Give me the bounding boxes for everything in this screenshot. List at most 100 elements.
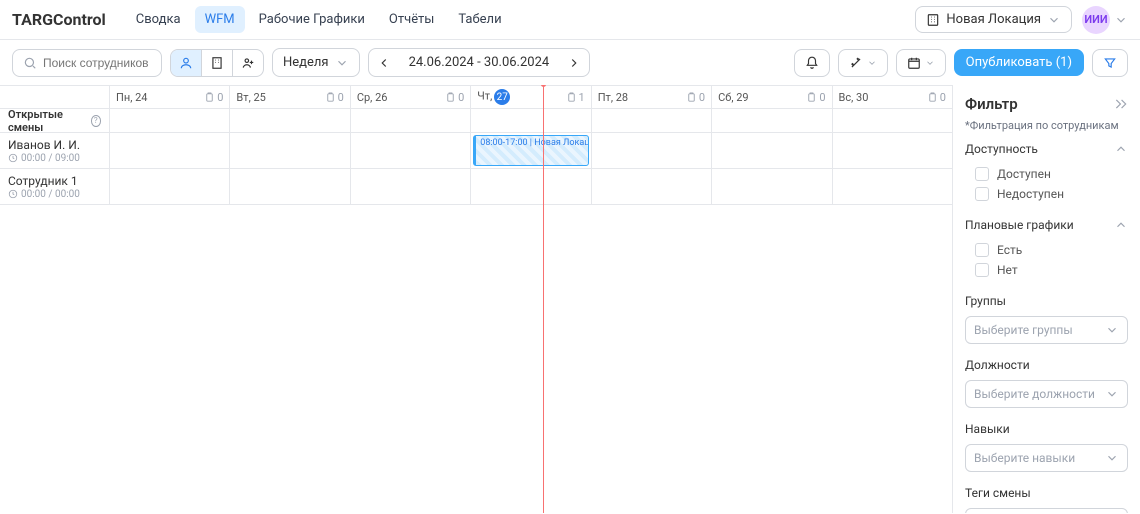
logo: TARGControl [12,10,106,29]
next-period-button[interactable] [559,50,589,76]
grid-header: Пн, 240Вт, 250Ср, 260Чт,271Пт, 280Сб, 29… [0,85,952,109]
schedule-cell[interactable] [833,133,952,168]
skills-select[interactable]: Выберите навыки [965,444,1128,472]
schedule-cell[interactable]: 08:00-17:00 | Новая Локация [471,133,591,168]
day-header[interactable]: Вс, 300 [833,86,952,108]
schedule-cell[interactable] [712,109,832,132]
schedule-cell[interactable] [592,133,712,168]
period-dropdown[interactable]: Неделя [272,48,360,77]
user-menu[interactable]: ИИИ [1082,6,1128,34]
filter-toggle-button[interactable] [1092,49,1128,77]
notifications-button[interactable] [794,49,830,77]
user-icon [179,56,193,70]
day-header[interactable]: Чт,271 [471,86,591,108]
magic-wand-button[interactable] [838,49,888,77]
day-header[interactable]: Вт, 250 [230,86,350,108]
chevron-down-icon [1105,323,1119,337]
schedule-cell[interactable] [230,133,350,168]
employee-label[interactable]: Сотрудник 100:00 / 00:00 [0,169,110,204]
nav-schedules[interactable]: Рабочие Графики [249,6,375,33]
main-nav: Сводка WFM Рабочие Графики Отчёты Табели [126,6,512,33]
chevron-up-icon [1114,218,1128,232]
calendar-icon [907,56,921,70]
nav-timesheets[interactable]: Табели [448,6,511,33]
date-range-picker: 24.06.2024 - 30.06.2024 [368,48,591,77]
schedule-cell[interactable] [230,169,350,204]
schedule-cell[interactable] [110,133,230,168]
nav-wfm[interactable]: WFM [195,6,245,33]
view-mode-group [170,49,264,77]
check-unavailable[interactable]: Недоступен [965,184,1128,204]
avatar: ИИИ [1082,6,1110,34]
view-building-button[interactable] [202,50,233,76]
collapse-icon[interactable] [1114,97,1128,111]
section-plan-schedules[interactable]: Плановые графики [965,218,1128,232]
bell-icon [805,56,819,70]
checkbox[interactable] [975,263,989,277]
location-selector[interactable]: Новая Локация [915,6,1072,33]
schedule-cell[interactable] [592,109,712,132]
chevron-down-icon [1105,387,1119,401]
location-name: Новая Локация [946,12,1041,27]
chevron-down-icon [335,56,349,70]
checkbox[interactable] [975,243,989,257]
view-people-button[interactable] [171,50,202,76]
employee-label[interactable]: Иванов И. И.00:00 / 09:00 [0,133,110,168]
prev-period-button[interactable] [369,50,399,76]
schedule-cell[interactable] [110,169,230,204]
filter-title: Фильтр [965,95,1018,113]
publish-button[interactable]: Опубликовать (1) [954,49,1084,76]
day-header[interactable]: Ср, 260 [351,86,471,108]
day-header[interactable]: Пт, 280 [592,86,712,108]
checkbox[interactable] [975,187,989,201]
section-availability[interactable]: Доступность [965,142,1128,156]
chevron-down-icon [1105,451,1119,465]
nav-reports[interactable]: Отчёты [379,6,444,33]
toolbar: Неделя 24.06.2024 - 30.06.2024 Опубликов… [0,40,1140,85]
check-has[interactable]: Есть [965,240,1128,260]
checkbox[interactable] [975,167,989,181]
groups-select[interactable]: Выберите группы [965,316,1128,344]
schedule-cell[interactable] [351,109,471,132]
chevron-down-icon [1047,13,1061,27]
chevron-left-icon [377,56,391,70]
schedule-cell[interactable] [230,109,350,132]
view-assign-button[interactable] [233,50,263,76]
schedule-cell[interactable] [712,133,832,168]
day-header[interactable]: Сб, 290 [712,86,832,108]
schedule-cell[interactable] [110,109,230,132]
search-input[interactable] [43,56,151,70]
check-none[interactable]: Нет [965,260,1128,280]
section-skills: Навыки [965,422,1128,436]
open-shifts-label: Открытые смены [8,108,87,134]
schedule-cell[interactable] [592,169,712,204]
chevron-down-icon [1114,13,1128,27]
day-header[interactable]: Пн, 240 [110,86,230,108]
section-tags: Теги смены [965,486,1128,500]
magic-wand-icon [849,56,863,70]
nav-summary[interactable]: Сводка [126,6,191,33]
calendar-button[interactable] [896,49,946,77]
tags-select[interactable]: Выберите теги [965,508,1128,513]
schedule-cell[interactable] [712,169,832,204]
section-positions: Должности [965,358,1128,372]
schedule-cell[interactable] [471,109,591,132]
schedule-cell[interactable] [833,169,952,204]
building-icon [210,56,224,70]
schedule-cell[interactable] [351,133,471,168]
check-available[interactable]: Доступен [965,164,1128,184]
schedule-cell[interactable] [351,169,471,204]
main-content: Пн, 240Вт, 250Ср, 260Чт,271Пт, 280Сб, 29… [0,85,1140,513]
schedule-cell[interactable] [471,169,591,204]
filter-panel: Фильтр *Фильтрация по сотрудникам Доступ… [952,85,1140,513]
help-icon[interactable]: ? [91,115,101,127]
chevron-down-icon [925,56,935,70]
search-input-wrapper[interactable] [12,49,162,77]
building-icon [926,13,940,27]
date-range-text[interactable]: 24.06.2024 - 30.06.2024 [399,49,560,76]
schedule-cell[interactable] [833,109,952,132]
positions-select[interactable]: Выберите должности [965,380,1128,408]
shift-block[interactable]: 08:00-17:00 | Новая Локация [473,135,588,166]
user-plus-icon [241,56,255,70]
employee-row: Иванов И. И.00:00 / 09:00 08:00-17:00 | Н… [0,133,952,169]
